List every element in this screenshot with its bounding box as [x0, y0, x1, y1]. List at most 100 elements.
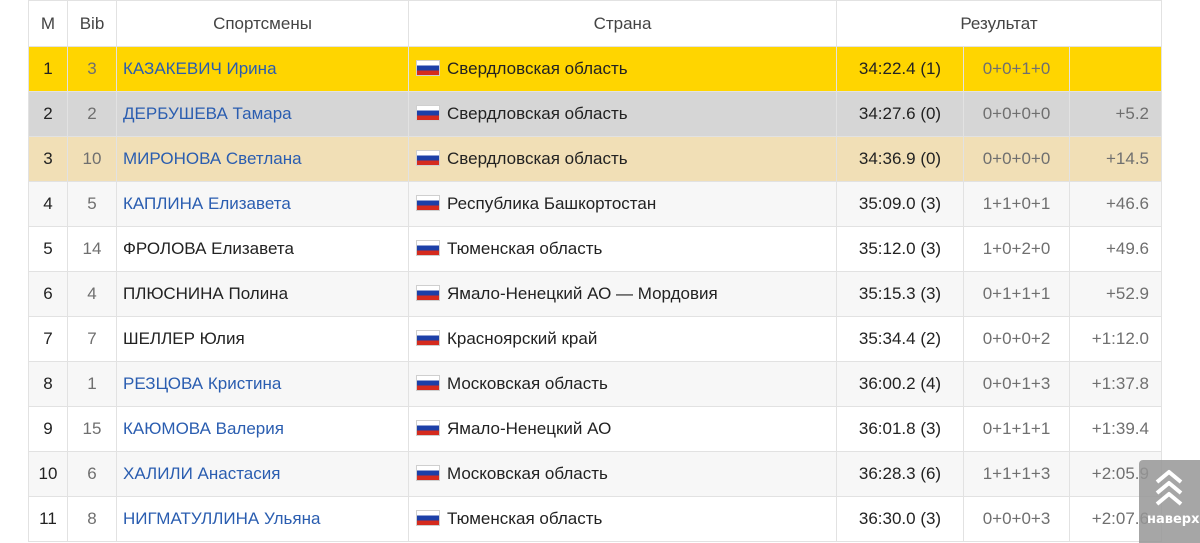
bib-cell: 5 — [67, 181, 117, 227]
time-cell: 34:36.9 (0) — [836, 136, 964, 182]
table-row: 5 14 ФРОЛОВА Елизавета Тюменская область 35:… — [28, 226, 1162, 272]
gap-cell: +46.6 — [1069, 181, 1162, 227]
athlete-link[interactable]: КАЗАКЕВИЧ Ирина — [123, 59, 277, 78]
place-cell: 7 — [28, 316, 68, 362]
bib-cell: 15 — [67, 406, 117, 452]
region-name: Тюменская область — [447, 509, 603, 528]
country-cell: Тюменская область — [408, 496, 837, 542]
bib-cell: 10 — [67, 136, 117, 182]
place-cell: 3 — [28, 136, 68, 182]
time-cell: 36:00.2 (4) — [836, 361, 964, 407]
region-name: Московская область — [447, 374, 608, 393]
athlete-cell: ШЕЛЛЕР Юлия — [116, 316, 409, 362]
bib-cell: 2 — [67, 91, 117, 137]
athlete-cell: КАПЛИНА Елизавета — [116, 181, 409, 227]
athlete-link[interactable]: КАЮМОВА Валерия — [123, 419, 284, 438]
penalties-cell: 0+1+1+1 — [963, 271, 1070, 317]
place-cell: 10 — [28, 451, 68, 497]
athlete-cell: ДЕРБУШЕВА Тамара — [116, 91, 409, 137]
country-cell: Московская область — [408, 361, 837, 407]
region-name: Красноярский край — [447, 329, 598, 348]
place-cell: 2 — [28, 91, 68, 137]
gap-cell: +1:39.4 — [1069, 406, 1162, 452]
gap-cell — [1069, 46, 1162, 92]
athlete-link[interactable]: ДЕРБУШЕВА Тамара — [123, 104, 292, 123]
place-cell: 11 — [28, 496, 68, 542]
bib-cell: 7 — [67, 316, 117, 362]
table-header-row: М Bib Спортсмены Страна Результат — [28, 0, 1162, 47]
ru-flag-icon — [416, 195, 440, 211]
place-cell: 1 — [28, 46, 68, 92]
athlete-cell: НИГМАТУЛЛИНА Ульяна — [116, 496, 409, 542]
country-cell: Республика Башкортостан — [408, 181, 837, 227]
athlete-cell: ФРОЛОВА Елизавета — [116, 226, 409, 272]
region-name: Свердловская область — [447, 59, 628, 78]
bib-cell: 3 — [67, 46, 117, 92]
penalties-cell: 0+0+1+0 — [963, 46, 1070, 92]
results-table-container: М Bib Спортсмены Страна Результат 1 3 КАЗА… — [28, 0, 1162, 542]
bib-cell: 14 — [67, 226, 117, 272]
athlete-cell: ПЛЮСНИНА Полина — [116, 271, 409, 317]
scroll-to-top-button[interactable]: наверх — [1139, 460, 1200, 543]
athlete-link[interactable]: КАПЛИНА Елизавета — [123, 194, 291, 213]
place-cell: 8 — [28, 361, 68, 407]
header-bib: Bib — [67, 0, 117, 47]
penalties-cell: 0+0+1+3 — [963, 361, 1070, 407]
ru-flag-icon — [416, 375, 440, 391]
athlete-cell: РЕЗЦОВА Кристина — [116, 361, 409, 407]
bib-cell: 4 — [67, 271, 117, 317]
athlete-link[interactable]: НИГМАТУЛЛИНА Ульяна — [123, 509, 320, 528]
athlete-name: ПЛЮСНИНА Полина — [123, 284, 289, 303]
region-name: Ямало-Ненецкий АО — Мордовия — [447, 284, 718, 303]
country-cell: Красноярский край — [408, 316, 837, 362]
table-row: 7 7 ШЕЛЛЕР Юлия Красноярский край 35:34.4 (2… — [28, 316, 1162, 362]
athlete-cell: КАЮМОВА Валерия — [116, 406, 409, 452]
bib-cell: 1 — [67, 361, 117, 407]
penalties-cell: 1+1+0+1 — [963, 181, 1070, 227]
gap-cell: +49.6 — [1069, 226, 1162, 272]
penalties-cell: 0+1+1+1 — [963, 406, 1070, 452]
place-cell: 5 — [28, 226, 68, 272]
country-cell: Тюменская область — [408, 226, 837, 272]
chevrons-up-icon — [1155, 470, 1183, 506]
table-row: 3 10 МИРОНОВА Светлана Свердловская область… — [28, 136, 1162, 182]
region-name: Тюменская область — [447, 239, 603, 258]
results-table: М Bib Спортсмены Страна Результат 1 3 КАЗА… — [28, 0, 1162, 542]
athlete-name: ШЕЛЛЕР Юлия — [123, 329, 245, 348]
country-cell: Ямало-Ненецкий АО — Мордовия — [408, 271, 837, 317]
athlete-cell: КАЗАКЕВИЧ Ирина — [116, 46, 409, 92]
time-cell: 35:15.3 (3) — [836, 271, 964, 317]
penalties-cell: 1+0+2+0 — [963, 226, 1070, 272]
table-row: 10 6 ХАЛИЛИ Анастасия Московская область 36:… — [28, 451, 1162, 497]
header-result: Результат — [836, 0, 1162, 47]
penalties-cell: 1+1+1+3 — [963, 451, 1070, 497]
ru-flag-icon — [416, 240, 440, 256]
penalties-cell: 0+0+0+0 — [963, 91, 1070, 137]
time-cell: 34:27.6 (0) — [836, 91, 964, 137]
table-row: 4 5 КАПЛИНА Елизавета Республика Башкортост… — [28, 181, 1162, 227]
scroll-to-top-label: наверх — [1147, 512, 1200, 527]
ru-flag-icon — [416, 330, 440, 346]
region-name: Свердловская область — [447, 149, 628, 168]
athlete-link[interactable]: ХАЛИЛИ Анастасия — [123, 464, 280, 483]
table-row: 1 3 КАЗАКЕВИЧ Ирина Свердловская область 34:… — [28, 46, 1162, 92]
header-athletes: Спортсмены — [116, 0, 409, 47]
ru-flag-icon — [416, 420, 440, 436]
header-place: М — [28, 0, 68, 47]
athlete-link[interactable]: МИРОНОВА Светлана — [123, 149, 302, 168]
athlete-cell: МИРОНОВА Светлана — [116, 136, 409, 182]
bib-cell: 6 — [67, 451, 117, 497]
bib-cell: 8 — [67, 496, 117, 542]
table-row: 6 4 ПЛЮСНИНА Полина Ямало-Ненецкий АО — Мор… — [28, 271, 1162, 317]
penalties-cell: 0+0+0+3 — [963, 496, 1070, 542]
table-body: 1 3 КАЗАКЕВИЧ Ирина Свердловская область 34:… — [28, 46, 1162, 542]
country-cell: Ямало-Ненецкий АО — [408, 406, 837, 452]
athlete-link[interactable]: РЕЗЦОВА Кристина — [123, 374, 281, 393]
table-row: 9 15 КАЮМОВА Валерия Ямало-Ненецкий АО 36:01… — [28, 406, 1162, 452]
time-cell: 35:09.0 (3) — [836, 181, 964, 227]
ru-flag-icon — [416, 285, 440, 301]
place-cell: 4 — [28, 181, 68, 227]
ru-flag-icon — [416, 60, 440, 76]
athlete-name: ФРОЛОВА Елизавета — [123, 239, 294, 258]
penalties-cell: 0+0+0+2 — [963, 316, 1070, 362]
